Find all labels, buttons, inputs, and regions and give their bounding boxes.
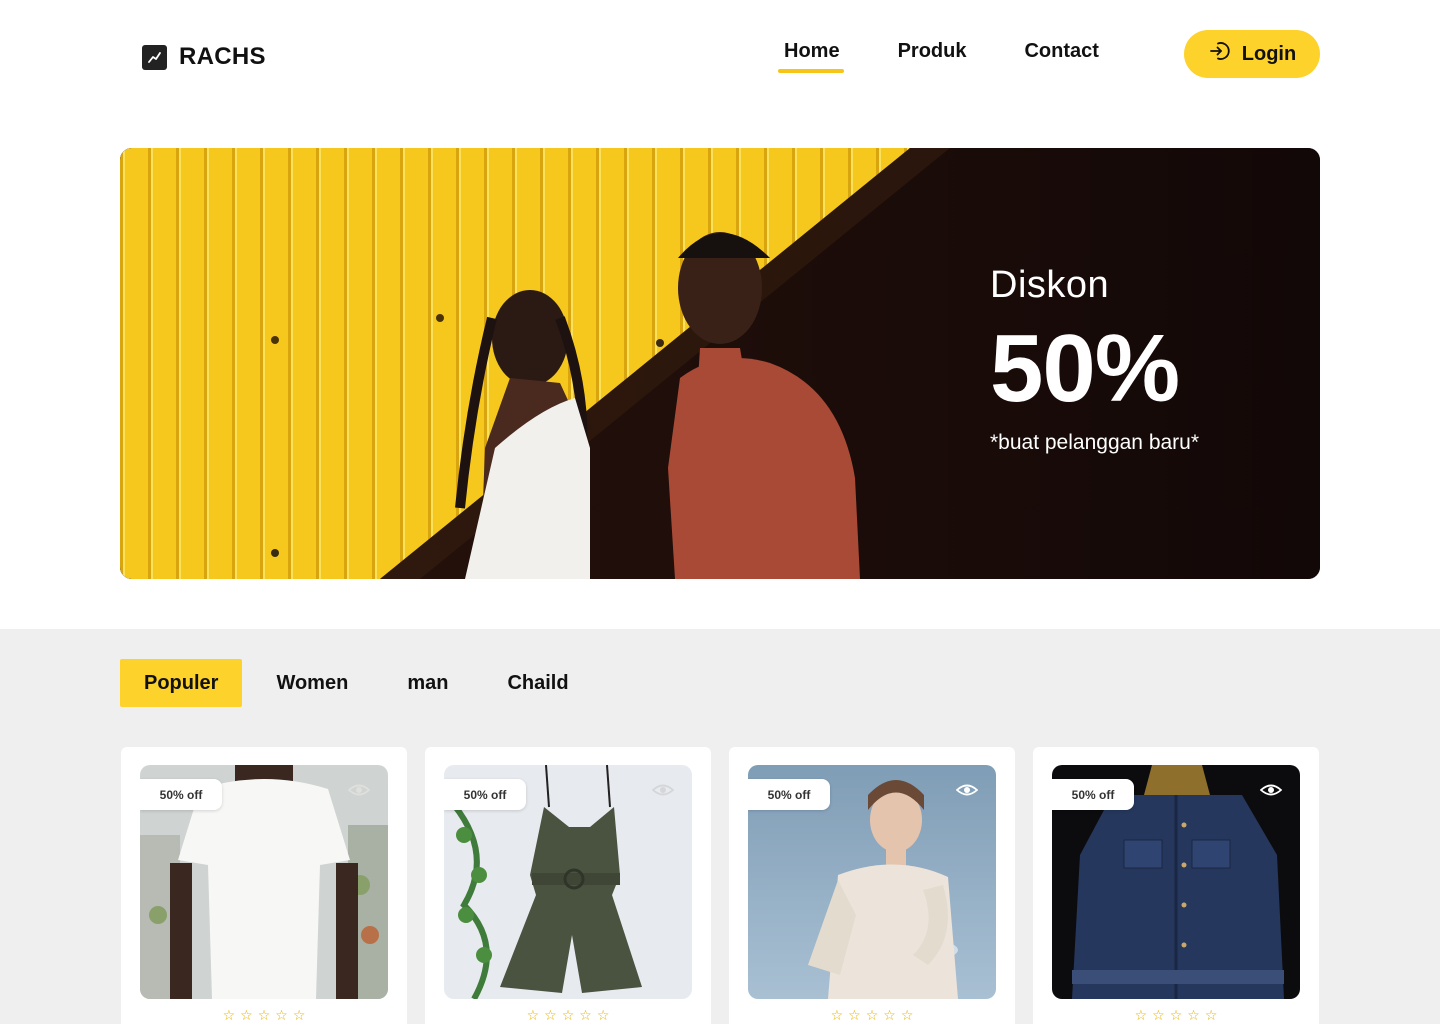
discount-badge: 50% off <box>1052 779 1134 810</box>
olive-romper-photo: 50% off <box>444 765 692 999</box>
white-t-shirt-photo: 50% off <box>140 765 388 999</box>
discount-badge: 50% off <box>748 779 830 810</box>
product-card[interactable]: 50% off ☆ ☆ ☆ ☆ ☆ <box>121 747 407 1024</box>
star-icon: ☆ <box>1152 1007 1165 1023</box>
star-icon: ☆ <box>561 1007 575 1023</box>
eye-icon[interactable] <box>347 781 371 799</box>
tab-populer[interactable]: Populer <box>120 659 243 707</box>
nav-link-produk[interactable]: Produk <box>898 40 967 71</box>
sign-in-icon <box>1208 39 1232 69</box>
star-icon: ☆ <box>830 1007 844 1023</box>
star-icon: ☆ <box>240 1007 253 1023</box>
rating-stars: ☆ ☆ ☆ ☆ ☆ <box>425 1007 711 1024</box>
tab-man[interactable]: man <box>407 659 448 707</box>
star-icon: ☆ <box>579 1007 592 1023</box>
star-icon: ☆ <box>544 1007 557 1023</box>
star-icon: ☆ <box>275 1007 288 1023</box>
eye-icon[interactable] <box>955 781 979 799</box>
rating-stars: ☆ ☆ ☆ ☆ ☆ <box>121 1007 407 1024</box>
brand-name: RACHS <box>179 43 266 70</box>
product-card[interactable]: 50% off ☆ ☆ ☆ ☆ ☆ <box>425 747 711 1024</box>
tab-women[interactable]: Women <box>276 659 348 707</box>
star-icon: ☆ <box>900 1007 914 1023</box>
hero-banner[interactable]: Diskon 50% *buat pelanggan baru* <box>120 148 1320 579</box>
star-icon: ☆ <box>848 1007 861 1023</box>
star-icon: ☆ <box>526 1007 540 1023</box>
star-icon: ☆ <box>596 1007 610 1023</box>
star-icon: ☆ <box>292 1007 306 1023</box>
product-card[interactable]: 50% off ☆ ☆ ☆ ☆ ☆ <box>729 747 1015 1024</box>
discount-badge: 50% off <box>140 779 222 810</box>
hero-kicker: Diskon <box>990 264 1110 306</box>
star-icon: ☆ <box>865 1007 879 1023</box>
star-icon: ☆ <box>883 1007 896 1023</box>
main-nav: Home Produk Contact <box>778 40 1099 73</box>
hero-promo: Diskon 50% *buat pelanggan baru* <box>990 264 1199 455</box>
brand-logo[interactable]: RACHS <box>142 43 266 71</box>
category-tabs: Populer Women man Chaild <box>120 659 569 707</box>
navbar: RACHS Home Produk Contact Login <box>0 0 1440 110</box>
star-icon: ☆ <box>222 1007 236 1023</box>
star-icon: ☆ <box>1187 1007 1200 1023</box>
star-icon: ☆ <box>257 1007 271 1023</box>
login-label: Login <box>1241 42 1297 65</box>
login-button[interactable]: Login <box>1184 30 1320 78</box>
cream-knit-cardigan-photo: 50% off <box>748 765 996 999</box>
nav-link-contact[interactable]: Contact <box>1024 40 1098 71</box>
nav-link-home[interactable]: Home <box>778 40 844 73</box>
product-section: Populer Women man Chaild 50% off ☆ ☆ ☆ ☆… <box>0 629 1440 1024</box>
rating-stars: ☆ ☆ ☆ ☆ ☆ <box>729 1007 1015 1024</box>
tab-chaild[interactable]: Chaild <box>507 659 568 707</box>
star-icon: ☆ <box>1169 1007 1183 1023</box>
product-card[interactable]: 50% off ☆ ☆ ☆ ☆ ☆ <box>1033 747 1319 1024</box>
eye-icon[interactable] <box>1259 781 1283 799</box>
trending-chart-icon <box>142 44 167 70</box>
star-icon: ☆ <box>1204 1007 1218 1023</box>
hero-subtext: *buat pelanggan baru* <box>990 431 1200 454</box>
denim-jacket-photo: 50% off <box>1052 765 1300 999</box>
hero-headline: 50% <box>990 315 1180 422</box>
eye-icon[interactable] <box>651 781 675 799</box>
rating-stars: ☆ ☆ ☆ ☆ ☆ <box>1033 1007 1319 1024</box>
discount-badge: 50% off <box>444 779 526 810</box>
star-icon: ☆ <box>1134 1007 1148 1023</box>
